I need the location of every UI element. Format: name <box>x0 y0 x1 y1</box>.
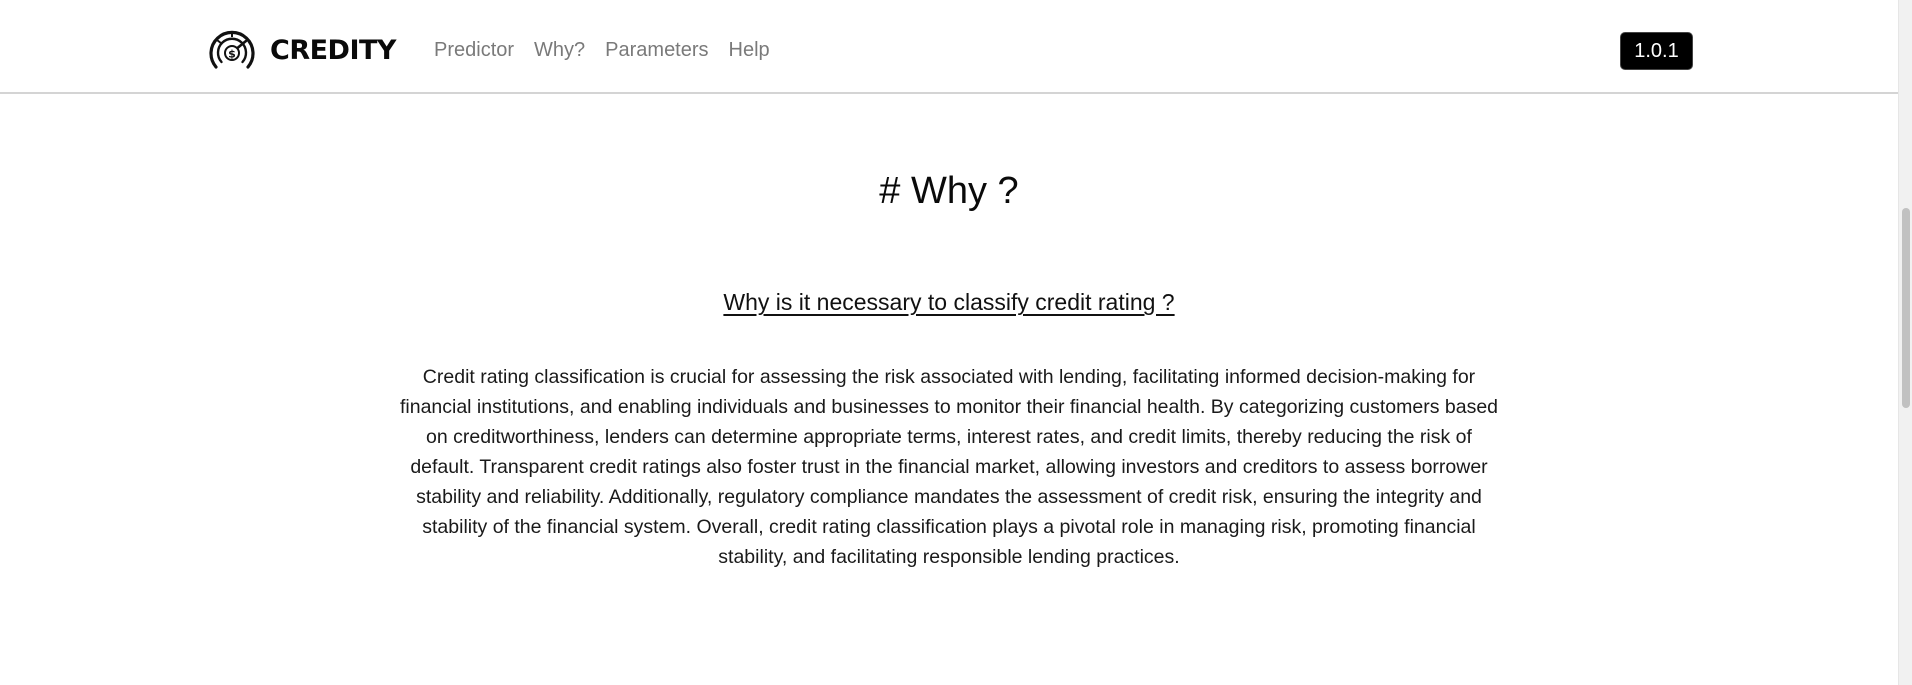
page: $ CREDITY Predictor Why? Parameters Help… <box>0 0 1912 685</box>
body-paragraph: Credit rating classification is crucial … <box>399 366 1499 568</box>
nav-item-parameters[interactable]: Parameters <box>605 36 708 64</box>
nav-item-why[interactable]: Why? <box>534 36 585 64</box>
main-nav: Predictor Why? Parameters Help <box>434 36 770 64</box>
version-badge: 1.0.1 <box>1620 32 1693 70</box>
nav-item-help[interactable]: Help <box>729 36 770 64</box>
svg-text:$: $ <box>228 48 236 61</box>
credit-gauge-logo-icon: $ <box>209 30 255 69</box>
page-title: # Why ? <box>879 170 1019 212</box>
vertical-scrollbar[interactable] <box>1898 0 1912 685</box>
brand-home-link[interactable]: $ CREDITY <box>206 26 396 74</box>
scrollbar-thumb[interactable] <box>1902 208 1910 408</box>
brand-name: CREDITY <box>270 34 396 66</box>
top-navbar: $ CREDITY Predictor Why? Parameters Help… <box>0 0 1898 94</box>
section-heading: Why is it necessary to classify credit r… <box>723 289 1175 315</box>
nav-item-predictor[interactable]: Predictor <box>434 36 514 64</box>
